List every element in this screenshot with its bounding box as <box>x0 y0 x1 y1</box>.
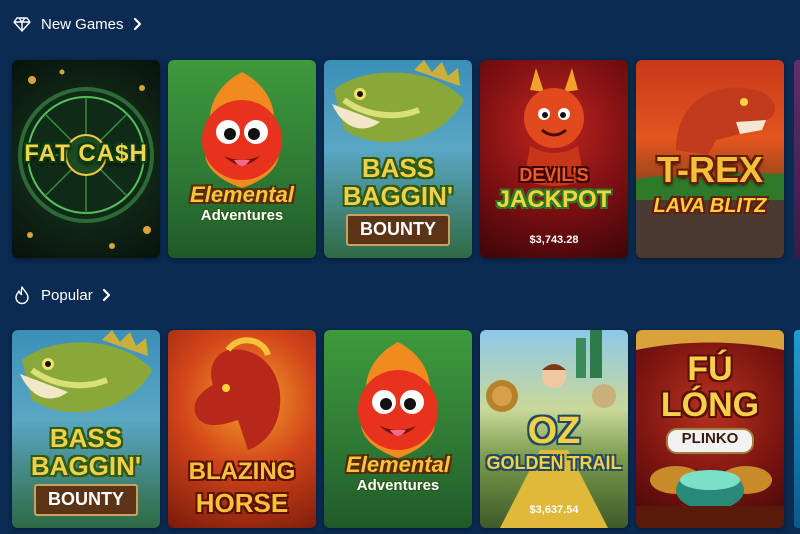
game-tile-fu-long-plinko[interactable]: FÚ LÓNG PLINKO <box>636 330 784 528</box>
diamond-icon <box>12 14 32 34</box>
game-logo-line2: BAGGIN' <box>342 181 454 211</box>
game-logo-line1: OZ <box>527 410 581 452</box>
section-title: Popular <box>41 286 93 304</box>
game-logo-line1: BASS <box>361 153 435 183</box>
section-header-popular[interactable]: Popular <box>12 281 112 309</box>
jackpot-amount: $3,743.28 <box>529 234 579 246</box>
chevron-right-icon <box>133 17 143 31</box>
section-title: New Games <box>41 15 124 33</box>
game-logo-line1: BASS <box>49 423 123 453</box>
game-art <box>168 60 316 258</box>
game-logo-text: FAT CA$H <box>24 140 148 167</box>
game-tile-t-rex-lava-blitz[interactable]: T-REX LAVA BLITZ <box>636 60 784 258</box>
game-logo-line2: Adventures <box>356 477 440 494</box>
game-logo-line1: Elemental <box>346 452 450 477</box>
game-logo-line1: BLAZING <box>188 458 296 485</box>
game-logo-line1: Elemental <box>190 182 294 207</box>
game-logo-line2: JACKPOT <box>496 186 612 213</box>
game-logo-line3: BOUNTY <box>48 489 124 509</box>
game-row-popular: BASS BAGGIN' BOUNTY BLAZING HORSE Elemen… <box>0 330 800 528</box>
game-tile-blazing-horse[interactable]: BLAZING HORSE <box>168 330 316 528</box>
game-logo-line1: DEVIL'S <box>519 165 589 185</box>
game-tile-bass-baggin-bounty[interactable]: BASS BAGGIN' BOUNTY <box>12 330 160 528</box>
next-tile-edge[interactable] <box>794 330 800 528</box>
section-header-new-games[interactable]: New Games <box>12 10 143 38</box>
game-tile-elemental-adventures[interactable]: Elemental Adventures <box>168 60 316 258</box>
game-logo-line2: Adventures <box>200 207 284 224</box>
flame-icon <box>12 285 32 305</box>
jackpot-amount: $3,637.54 <box>529 504 579 516</box>
game-logo-line2: HORSE <box>195 488 289 518</box>
game-logo-line1: T-REX <box>656 149 763 190</box>
game-logo-line2: BAGGIN' <box>30 451 142 481</box>
game-tile-fat-cash[interactable]: FAT CA$H <box>12 60 160 258</box>
game-tile-oz-golden-trail[interactable]: OZ GOLDEN TRAIL $3,637.54 <box>480 330 628 528</box>
game-logo-line2: GOLDEN TRAIL <box>486 453 622 473</box>
game-logo-line1: FÚ <box>687 350 733 388</box>
game-logo-line2: LAVA BLITZ <box>653 195 767 217</box>
game-tile-elemental-adventures[interactable]: Elemental Adventures <box>324 330 472 528</box>
game-art <box>324 330 472 528</box>
game-tile-bass-baggin-bounty[interactable]: BASS BAGGIN' BOUNTY <box>324 60 472 258</box>
game-row-new-games: FAT CA$H Elemental Adventures BASS BAGGI… <box>0 60 800 258</box>
chevron-right-icon <box>102 288 112 302</box>
game-logo-line2: LÓNG <box>660 386 760 424</box>
game-tile-devils-jackpot[interactable]: DEVIL'S JACKPOT $3,743.28 <box>480 60 628 258</box>
game-art <box>480 60 628 258</box>
game-logo-line3: BOUNTY <box>360 219 436 239</box>
next-tile-edge[interactable] <box>794 60 800 258</box>
game-logo-line3: PLINKO <box>681 430 739 447</box>
